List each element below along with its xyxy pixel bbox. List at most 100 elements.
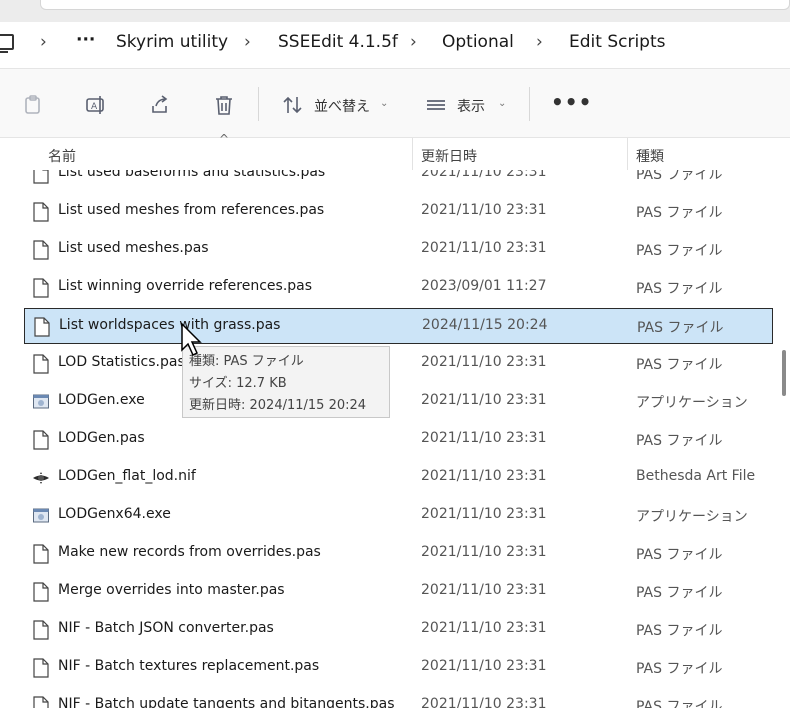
file-row[interactable]: LODGen_flat_lod.nif 2021/11/10 23:31 Bethe… — [24, 460, 773, 496]
document-icon — [33, 354, 49, 374]
column-divider[interactable] — [627, 138, 628, 170]
breadcrumb-item-sseedit[interactable]: SSEEdit 4.1.5f — [278, 32, 398, 52]
more-options-button[interactable]: ••• — [551, 90, 592, 114]
file-row[interactable]: Make new records from overrides.pas 2021/… — [24, 536, 773, 572]
file-name: LODGen_flat_lod.nif — [58, 468, 196, 484]
file-row[interactable]: Merge overrides into master.pas 2021/11/1… — [24, 574, 773, 610]
sort-icon[interactable] — [282, 94, 304, 116]
column-header-date[interactable]: 更新日時 — [421, 146, 477, 166]
file-name: List used meshes from references.pas — [58, 202, 325, 218]
file-type: Bethesda Art File — [636, 468, 756, 484]
view-button[interactable]: 表示 — [457, 96, 485, 116]
application-icon — [33, 508, 49, 523]
breadcrumb-item-skyrim-utility[interactable]: Skyrim utility — [116, 32, 228, 52]
document-icon — [33, 202, 49, 222]
this-pc-icon[interactable] — [0, 34, 14, 53]
view-icon[interactable] — [425, 94, 447, 116]
sort-button[interactable]: 並べ替え — [314, 96, 370, 116]
breadcrumb-separator[interactable]: › — [244, 32, 251, 52]
svg-text:A: A — [91, 102, 98, 112]
file-date: 2021/11/10 23:31 — [421, 658, 547, 674]
file-date: 2023/09/01 11:27 — [421, 278, 547, 294]
file-type: PAS ファイル — [636, 281, 723, 297]
file-date: 2021/11/10 23:31 — [421, 468, 547, 484]
paste-icon[interactable] — [22, 94, 44, 116]
address-bar[interactable]: › ··· Skyrim utility › SSEEdit 4.1.5f › … — [0, 22, 790, 66]
column-header-type[interactable]: 種類 — [636, 146, 664, 166]
file-type: PAS ファイル — [636, 357, 723, 373]
file-list: List used baseforms and statistics.pas 20… — [0, 170, 775, 708]
toolbar-divider — [258, 87, 259, 121]
scrollbar-thumb[interactable] — [782, 350, 786, 396]
tooltip-modified: 更新日時: 2024/11/15 20:24 — [189, 398, 367, 413]
file-type: PAS ファイル — [636, 547, 723, 563]
document-icon — [33, 430, 49, 450]
breadcrumb-separator[interactable]: › — [410, 32, 417, 52]
file-type: PAS ファイル — [636, 170, 723, 183]
document-icon — [33, 278, 49, 298]
file-name: LODGen.pas — [58, 430, 145, 446]
file-row[interactable]: LODGen.pas 2021/11/10 23:31 PAS ファイル — [24, 422, 773, 458]
tab-strip — [40, 0, 790, 10]
file-type: PAS ファイル — [636, 433, 723, 449]
breadcrumb-item-edit-scripts[interactable]: Edit Scripts — [569, 32, 666, 52]
file-row[interactable]: NIF - Batch textures replacement.pas 2021… — [24, 650, 773, 686]
file-name: NIF - Batch JSON converter.pas — [58, 620, 274, 636]
breadcrumb-separator[interactable]: › — [536, 32, 543, 52]
rename-icon[interactable]: A — [85, 94, 107, 116]
column-divider[interactable] — [412, 138, 413, 170]
file-name: List winning override references.pas — [58, 278, 313, 294]
file-row[interactable]: List winning override references.pas 2023… — [24, 270, 773, 306]
document-icon — [33, 696, 49, 708]
file-row[interactable]: NIF - Batch JSON converter.pas 2021/11/10… — [24, 612, 773, 648]
file-row-selected[interactable]: List worldspaces with grass.pas 2024/11/1… — [24, 308, 773, 344]
file-type: PAS ファイル — [636, 243, 723, 259]
document-icon — [33, 170, 49, 184]
file-type: PAS ファイル — [636, 205, 723, 221]
window-top-strip — [0, 0, 790, 22]
file-name: List used meshes.pas — [58, 240, 209, 256]
breadcrumb-item-optional[interactable]: Optional — [442, 32, 514, 52]
file-date: 2021/11/10 23:31 — [421, 582, 547, 598]
file-name: LOD Statistics.pas — [58, 354, 185, 370]
delete-icon[interactable] — [213, 94, 235, 116]
file-date: 2021/11/10 23:31 — [421, 544, 547, 560]
file-name: LODGen.exe — [58, 392, 145, 408]
file-date: 2021/11/10 23:31 — [421, 506, 547, 522]
tooltip-type: 種類: PAS ファイル — [189, 354, 304, 369]
file-date: 2021/11/10 23:31 — [421, 696, 547, 708]
document-icon — [34, 317, 50, 337]
file-row[interactable]: LODGen.exe 2021/11/10 23:31 アプリケーション — [24, 384, 773, 420]
file-name: Make new records from overrides.pas — [58, 544, 321, 560]
breadcrumb-ellipsis[interactable]: ··· — [76, 30, 95, 50]
vertical-scrollbar[interactable] — [776, 170, 790, 708]
file-name: Merge overrides into master.pas — [58, 582, 285, 598]
file-name: LODGenx64.exe — [58, 506, 171, 522]
document-icon — [33, 240, 49, 260]
view-chevron-down-icon[interactable]: ⌄ — [498, 98, 506, 109]
document-icon — [33, 544, 49, 564]
file-name: NIF - Batch update tangents and bitangen… — [58, 696, 395, 708]
file-date: 2021/11/10 23:31 — [421, 240, 547, 256]
file-name: List worldspaces with grass.pas — [59, 317, 281, 333]
file-row[interactable]: LODGenx64.exe 2021/11/10 23:31 アプリケーション — [24, 498, 773, 534]
column-header-name[interactable]: 名前 — [48, 146, 76, 166]
file-date: 2024/11/15 20:24 — [422, 317, 548, 333]
file-row[interactable]: LOD Statistics.pas 2021/11/10 23:31 PAS ファ… — [24, 346, 773, 382]
file-row[interactable]: NIF - Batch update tangents and bitangen… — [24, 688, 773, 708]
file-date: 2021/11/10 23:31 — [421, 620, 547, 636]
breadcrumb-separator[interactable]: › — [40, 32, 47, 52]
file-row[interactable]: List used meshes.pas 2021/11/10 23:31 PAS … — [24, 232, 773, 268]
file-date: 2021/11/10 23:31 — [421, 430, 547, 446]
sort-chevron-down-icon[interactable]: ⌄ — [380, 98, 388, 109]
document-icon — [33, 620, 49, 640]
document-icon — [33, 582, 49, 602]
nif-file-icon — [33, 472, 49, 484]
file-row[interactable]: List used meshes from references.pas 2021… — [24, 194, 773, 230]
file-row[interactable]: List used baseforms and statistics.pas 20… — [24, 170, 773, 192]
tooltip-size: サイズ: 12.7 KB — [189, 376, 287, 391]
file-type: PAS ファイル — [637, 320, 724, 336]
sort-caret-up-icon: ^ — [219, 132, 230, 146]
file-type: アプリケーション — [636, 395, 748, 411]
share-icon[interactable] — [149, 94, 171, 116]
